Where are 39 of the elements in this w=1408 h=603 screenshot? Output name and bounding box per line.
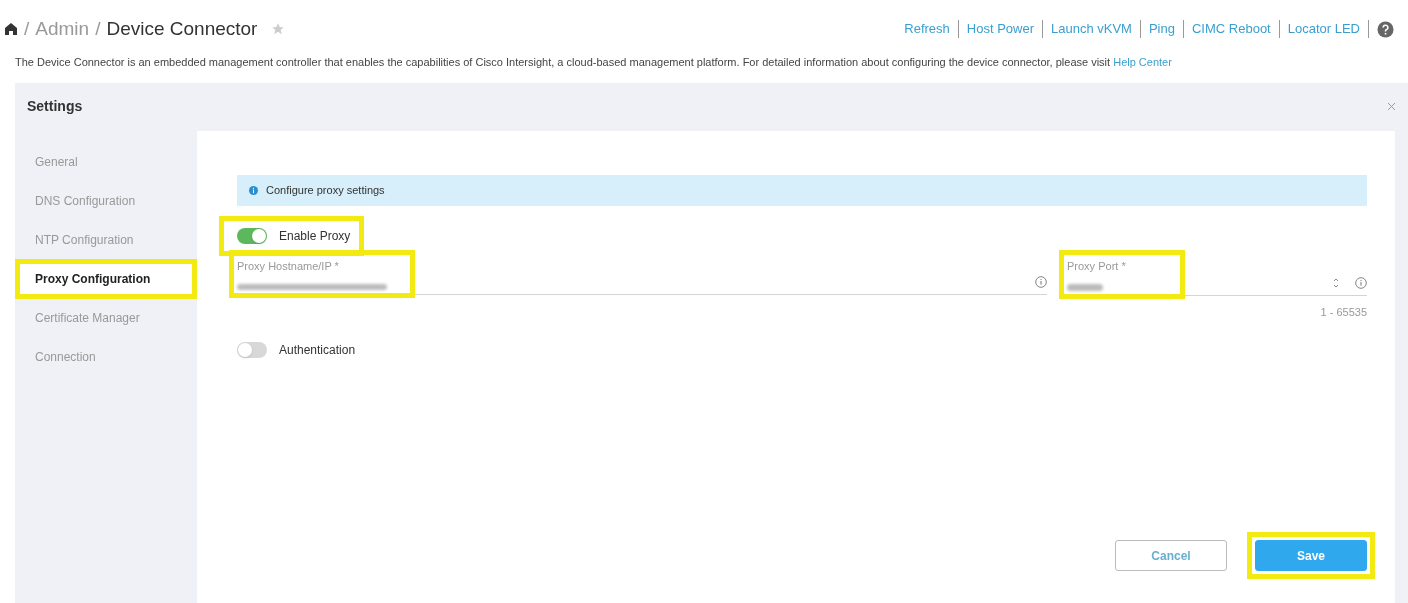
sidebar-item[interactable]: NTP Configuration	[15, 224, 147, 256]
blurred-value	[1067, 284, 1103, 291]
page-title: Device Connector	[106, 16, 258, 41]
toolbar-link[interactable]: Ping	[1140, 19, 1183, 39]
breadcrumb-separator: /	[24, 16, 30, 41]
toolbar-link[interactable]: Refresh	[896, 19, 958, 39]
breadcrumb-link[interactable]: Admin	[35, 14, 90, 44]
info-icon[interactable]	[1355, 277, 1367, 289]
info-icon	[249, 185, 258, 195]
close-icon[interactable]	[1387, 102, 1396, 111]
toolbar-link[interactable]: Launch vKVM	[1043, 19, 1140, 39]
sidebar-item[interactable]: Proxy Configuration	[15, 259, 197, 299]
star-icon[interactable]	[271, 22, 286, 36]
sidebar-item[interactable]: Connection	[15, 341, 109, 373]
save-button[interactable]: Save	[1247, 532, 1375, 579]
help-icon[interactable]	[1377, 20, 1394, 38]
sidebar-item[interactable]: DNS Configuration	[15, 185, 149, 217]
spinner-icon[interactable]	[1333, 277, 1339, 289]
port-field[interactable]: Proxy Port *	[1067, 257, 1177, 291]
toolbar-link[interactable]: Host Power	[958, 19, 1042, 39]
hostname-field[interactable]: Proxy Hostname/IP *	[237, 257, 407, 290]
field-label: Proxy Port *	[1067, 258, 1127, 274]
home-icon[interactable]	[4, 22, 18, 36]
toggle-switch[interactable]	[237, 341, 267, 358]
toolbar-link[interactable]: CIMC Reboot	[1184, 19, 1279, 39]
toggle-switch[interactable]	[237, 227, 267, 244]
banner-text: Configure proxy settings	[266, 182, 385, 198]
sidebar-item[interactable]: General	[15, 146, 91, 178]
panel-title: Settings	[27, 97, 83, 116]
port-range-hint: 1 - 65535	[1320, 305, 1367, 320]
toolbar-link[interactable]: Locator LED	[1279, 19, 1368, 39]
description-text: The Device Connector is an embedded management controller that enables the capabilities of Cisco Intersight, a cloud-based management platform. For detailed information about configuring the device connector, please visit Help Center	[14, 55, 1173, 70]
breadcrumb-separator: /	[95, 16, 101, 41]
field-label: Proxy Hostname/IP *	[237, 258, 340, 274]
help-center-link[interactable]: Help Center	[1113, 56, 1172, 68]
toggle-label: Authentication	[279, 341, 356, 359]
info-icon[interactable]	[1035, 276, 1047, 288]
sidebar-item[interactable]: Certificate Manager	[15, 302, 153, 334]
toggle-label: Enable Proxy	[279, 227, 351, 245]
